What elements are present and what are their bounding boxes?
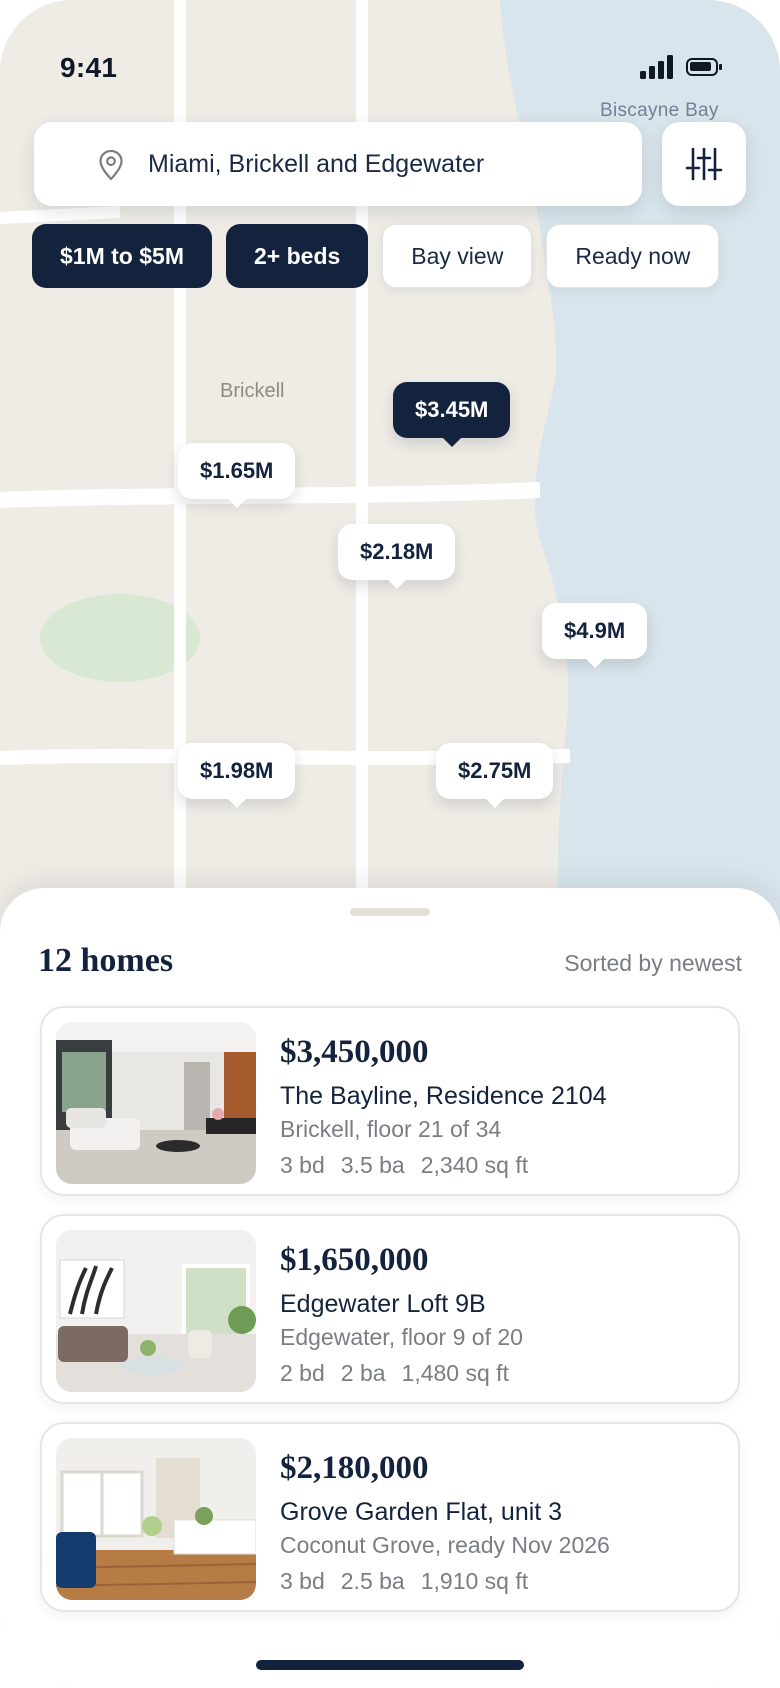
- listing-location: Brickell, floor 21 of 34: [280, 1116, 502, 1142]
- listing-specs: 3 bd 2.5 ba 1,910 sq ft: [280, 1568, 528, 1595]
- chip-beds[interactable]: 2+ beds: [225, 224, 369, 288]
- battery-icon: [686, 58, 722, 76]
- price-pin[interactable]: $2.18M: [338, 524, 456, 589]
- listing-location: Edgewater, floor 9 of 20: [280, 1324, 523, 1350]
- listing-beds: 3 bd: [280, 1152, 325, 1178]
- listing-photo: [56, 1230, 256, 1392]
- home-indicator[interactable]: [256, 1660, 524, 1670]
- listing-price: $2,180,000: [280, 1450, 429, 1486]
- listing-baths: 2 ba: [340, 1360, 386, 1386]
- listing-title: Edgewater Loft 9B: [280, 1290, 486, 1318]
- chip-ready-now[interactable]: Ready now: [546, 224, 720, 288]
- listing-title: The Bayline, Residence 2104: [280, 1082, 607, 1110]
- neighborhood-label: Brickell: [220, 380, 285, 402]
- phone-screen: Biscayne Bay Brickell $3.45M $1.65M $2.1…: [0, 0, 780, 1688]
- listing-card[interactable]: $2,180,000 Grove Garden Flat, unit 3 Coc…: [40, 1422, 740, 1612]
- listing-baths: 3.5 ba: [340, 1152, 405, 1178]
- sort-button[interactable]: Sorted by newest: [540, 950, 742, 977]
- listing-card[interactable]: $1,650,000 Edgewater Loft 9B Edgewater, …: [40, 1214, 740, 1404]
- chip-bay-view[interactable]: Bay view: [382, 224, 533, 288]
- price-pin[interactable]: $2.75M: [436, 743, 554, 808]
- listing-title: Grove Garden Flat, unit 3: [280, 1498, 563, 1526]
- listing-card[interactable]: $3,450,000 The Bayline, Residence 2104 B…: [40, 1006, 740, 1196]
- search-bar[interactable]: [34, 122, 642, 206]
- listing-price: $3,450,000: [280, 1034, 429, 1070]
- listing-specs: 2 bd 2 ba 1,480 sq ft: [280, 1360, 509, 1387]
- listing-baths: 2.5 ba: [340, 1568, 405, 1594]
- clock: 9:41: [60, 52, 118, 83]
- price-pin[interactable]: $1.98M: [178, 743, 296, 808]
- listing-photo: [56, 1022, 256, 1184]
- listing-specs: 3 bd 3.5 ba 2,340 sq ft: [280, 1152, 528, 1179]
- filter-chips: $1M to $5M 2+ beds Bay view Ready now: [32, 224, 720, 288]
- listing-beds: 2 bd: [280, 1360, 325, 1386]
- water-label: Biscayne Bay: [600, 100, 719, 121]
- sliders-icon: [685, 147, 723, 181]
- price-pin[interactable]: $4.9M: [542, 603, 648, 668]
- listing-area: 1,480 sq ft: [401, 1360, 509, 1386]
- listing-area: 1,910 sq ft: [420, 1568, 529, 1594]
- status-bar: 9:41: [0, 0, 780, 100]
- price-pin[interactable]: $1.65M: [178, 443, 296, 508]
- results-count: 12 homes: [38, 942, 174, 979]
- signal-icon: [640, 55, 674, 79]
- search-input[interactable]: [148, 142, 618, 186]
- listing-photo: [56, 1438, 256, 1600]
- location-pin-icon: [99, 149, 123, 181]
- road: [0, 206, 121, 224]
- results-sheet: 12 homes Sorted by newest $3,450,000 The…: [0, 888, 780, 1688]
- filters-button[interactable]: [662, 122, 746, 206]
- listing-location: Coconut Grove, ready Nov 2026: [280, 1532, 610, 1558]
- listing-price: $1,650,000: [280, 1242, 429, 1278]
- sheet-grabber[interactable]: [350, 908, 430, 916]
- listing-area: 2,340 sq ft: [420, 1152, 529, 1178]
- listing-beds: 3 bd: [280, 1568, 325, 1594]
- price-pin-selected[interactable]: $3.45M: [393, 382, 511, 447]
- chip-price-range[interactable]: $1M to $5M: [32, 224, 212, 288]
